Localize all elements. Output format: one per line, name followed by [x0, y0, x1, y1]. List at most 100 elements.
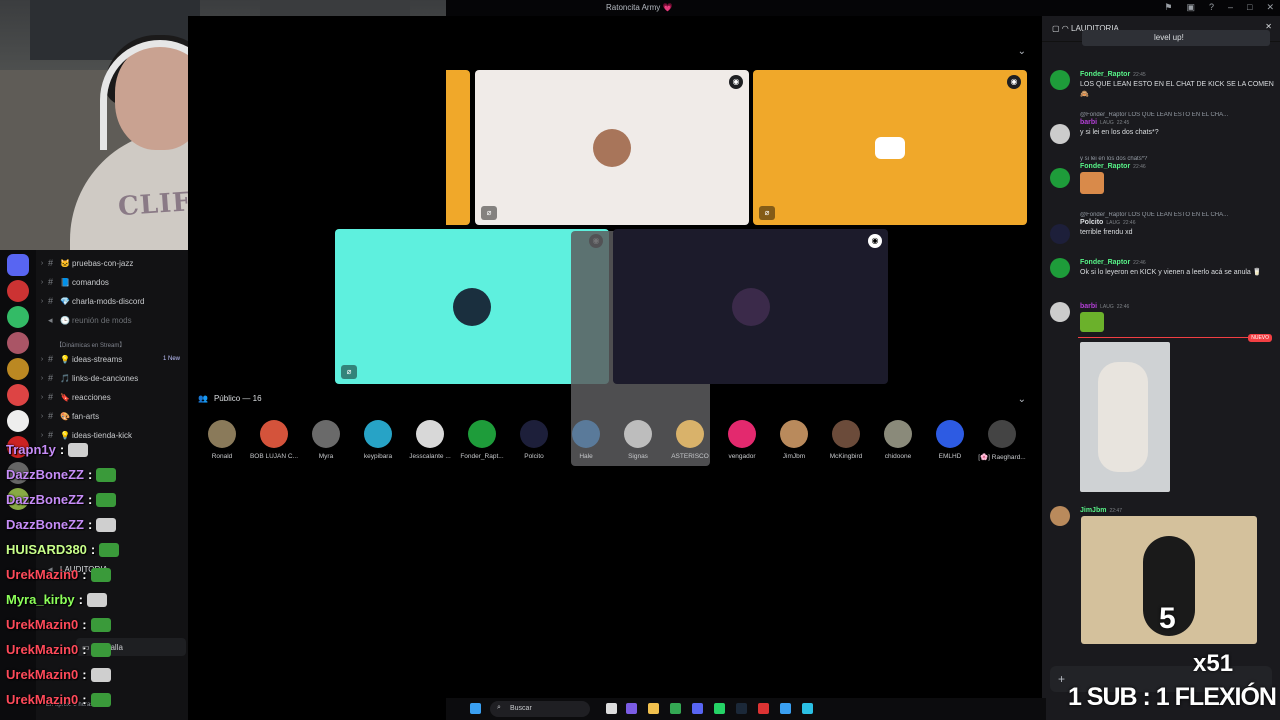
server-icon[interactable] [7, 306, 29, 328]
app-icon[interactable] [780, 703, 791, 714]
colon-separator: : [88, 492, 93, 507]
message-author[interactable]: barbi [1080, 303, 1097, 310]
channel-emoji: 💡 [60, 430, 70, 440]
add-attachment-icon[interactable]: + [1058, 672, 1065, 686]
camera-icon[interactable]: ◉ [1007, 75, 1021, 89]
sidebar-item-fan-arts[interactable]: › # 🎨 fan-arts [36, 407, 188, 425]
sidebar-item-pruebas-con-jazz[interactable]: › # 🐱 pruebas-con-jazz [36, 254, 188, 272]
server-icon[interactable] [7, 280, 29, 302]
audience-member[interactable]: vengador [716, 420, 768, 460]
server-icon[interactable] [7, 254, 29, 276]
message-author[interactable]: Polcito [1080, 219, 1103, 226]
channel-emoji: 📘 [60, 277, 70, 287]
audience-member[interactable]: Hale [560, 420, 612, 460]
audience-member[interactable]: JimJbm [768, 420, 820, 460]
chevron-down-icon[interactable]: ⌄ [1018, 46, 1026, 57]
sidebar-item-reacciones[interactable]: › # 🔖 reacciones [36, 388, 188, 406]
audience-member[interactable]: Jesscalante ... [404, 420, 456, 460]
taskbar-search[interactable]: ⌕ Buscar [490, 701, 590, 717]
inbox-icon[interactable]: ▣ [1186, 2, 1195, 13]
audience-member[interactable]: [🌸] Raeghard... [976, 420, 1028, 461]
audience-member[interactable]: EMLHD [924, 420, 976, 460]
windows-start-icon[interactable] [470, 703, 481, 714]
audience-member[interactable]: ASTERISCO [664, 420, 716, 460]
message-author[interactable]: Fonder_Raptor [1080, 71, 1130, 78]
avatar [1050, 224, 1070, 244]
server-icon[interactable] [7, 358, 29, 380]
message-author[interactable]: Fonder_Raptor [1080, 163, 1130, 170]
channel-emoji: 🎨 [60, 411, 70, 421]
chat-message[interactable]: y si lei en los dos chats*? Fonder_Rapto… [1050, 156, 1274, 198]
message-author[interactable]: JimJbm [1080, 507, 1106, 514]
app-icon[interactable] [802, 703, 813, 714]
chrome-icon[interactable] [670, 703, 681, 714]
message-author[interactable]: Fonder_Raptor [1080, 259, 1130, 266]
message-author[interactable]: barbi [1080, 119, 1097, 126]
message-time: 22:47 [1109, 508, 1122, 514]
close-icon[interactable]: ✕ [1266, 2, 1274, 13]
audience-member[interactable]: Signas [612, 420, 664, 460]
server-icon[interactable] [7, 332, 29, 354]
sidebar-item-reunion-de-mods[interactable]: ◂ 🕒 reunión de mods [36, 311, 188, 329]
minimize-icon[interactable]: – [1228, 2, 1233, 13]
participant-tile[interactable]: ◉ ⌀ [335, 229, 609, 384]
chat-message[interactable]: JimJbm 22:47 [1050, 506, 1274, 526]
audience-member[interactable]: keypibara [352, 420, 404, 460]
chevron-down-icon[interactable]: ⌄ [1018, 394, 1026, 405]
server-icon[interactable] [7, 410, 29, 432]
audience-member[interactable]: chidoone [872, 420, 924, 460]
help-icon[interactable]: ? [1209, 2, 1214, 13]
sidebar-item-label: reunión de mods [72, 315, 132, 325]
camera-icon[interactable]: ◉ [729, 75, 743, 89]
audience-member[interactable]: Fonder_Rapt... [456, 420, 508, 460]
steam-icon[interactable] [736, 703, 747, 714]
audience-member[interactable]: McKingbird [820, 420, 872, 460]
avatar [416, 420, 444, 448]
participant-tile[interactable]: ◉ ⌀ [475, 70, 749, 225]
audience-member[interactable]: BOB LUJAN C... [248, 420, 300, 460]
server-icon[interactable] [7, 384, 29, 406]
chevron-right-icon: › [40, 393, 44, 401]
audience-member-name: Polcito [524, 453, 544, 460]
participant-tile[interactable]: ◉ [613, 229, 888, 384]
sidebar-item-comandos[interactable]: › # 📘 comandos [36, 273, 188, 291]
whatsapp-icon[interactable] [714, 703, 725, 714]
discord-app-icon[interactable] [692, 703, 703, 714]
overlay-chat-line: UrekMazin0: [6, 567, 111, 582]
avatar [728, 420, 756, 448]
chat-message[interactable]: Fonder_Raptor 22:45 LOS QUE LEAN ESTO EN E… [1050, 70, 1274, 100]
copilot-icon[interactable] [626, 703, 637, 714]
colon-separator: : [78, 592, 83, 607]
overlay-chat-line: UrekMazin0: [6, 642, 111, 657]
sidebar-item-label: ideas-streams [72, 354, 123, 364]
chat-message[interactable]: barbi LAUG 22:46 [1050, 302, 1274, 336]
chat-message[interactable]: @Fonder_Raptor LOS QUE LEAN ESTO EN EL C… [1050, 212, 1274, 244]
avatar [1050, 70, 1070, 90]
sidebar-item-ideas-streams[interactable]: › # 💡 ideas-streams 1 New [36, 350, 188, 368]
window-title: Ratoncita Army 💗 [606, 3, 673, 12]
message-time: 22:46 [1133, 164, 1146, 170]
chat-message[interactable]: Fonder_Raptor 22:46 Ok si lo leyeron en KI… [1050, 258, 1274, 278]
participant-tile[interactable]: ◉ ⌀ [753, 70, 1027, 225]
audience-member[interactable]: Myra [300, 420, 352, 460]
audience-member[interactable]: Polcito [508, 420, 560, 460]
app-icon[interactable] [758, 703, 769, 714]
audience-header[interactable]: 👥 Público — 16 [198, 394, 262, 403]
task-view-icon[interactable] [606, 703, 617, 714]
avatar [572, 420, 600, 448]
sidebar-item-label: comandos [72, 277, 109, 287]
pin-icon[interactable]: ⚑ [1164, 2, 1172, 13]
message-time: 22:45 [1133, 72, 1146, 78]
category-label[interactable]: 【Dinámicas en Stream】 [56, 340, 125, 349]
chat-message[interactable]: @Fonder_Raptor LOS QUE LEAN ESTO EN EL C… [1050, 112, 1274, 144]
audience-member-name: JimJbm [782, 453, 806, 460]
avatar [936, 420, 964, 448]
audience-member[interactable]: Ronald [196, 420, 248, 460]
audience-member-name: Fonder_Rapt... [460, 453, 504, 460]
participant-tile[interactable] [446, 70, 470, 225]
maximize-icon[interactable]: □ [1247, 2, 1252, 13]
sidebar-item-links-de-canciones[interactable]: › # 🎵 links-de-canciones [36, 369, 188, 387]
file-explorer-icon[interactable] [648, 703, 659, 714]
sidebar-item-charla-mods-discord[interactable]: › # 💎 charla-mods-discord [36, 292, 188, 310]
camera-icon[interactable]: ◉ [868, 234, 882, 248]
